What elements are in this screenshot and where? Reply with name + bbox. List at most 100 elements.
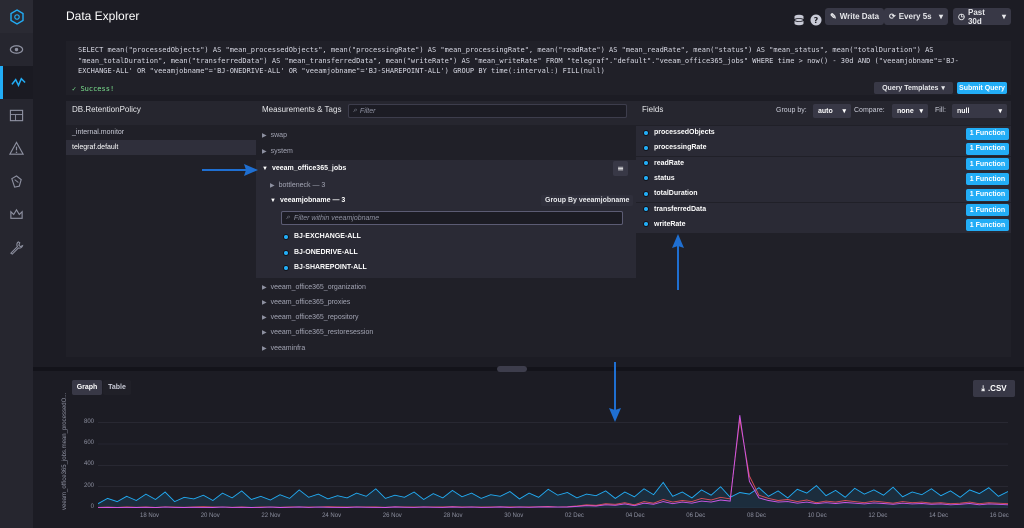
write-data-button[interactable]: ✎ Write Data (825, 8, 885, 25)
database-icon[interactable] (793, 11, 805, 26)
time-range-label: Past 30d (967, 7, 985, 26)
tag-value-item[interactable]: BJ-EXCHANGE-ALL (283, 233, 361, 240)
checkbox-checked-icon (643, 144, 649, 151)
download-csv-button[interactable]: ⤓ .CSV (973, 380, 1015, 397)
configuration-wrench-nav-icon[interactable] (0, 231, 33, 264)
submit-query-button[interactable]: Submit Query (957, 82, 1007, 94)
x-tick-label: 08 Dec (747, 513, 767, 519)
function-button[interactable]: 1 Function (966, 204, 1009, 216)
autorefresh-dropdown[interactable]: ⟳ Every 5s ▾ (884, 8, 948, 25)
y-tick-label: 200 (83, 482, 94, 489)
caret-right-icon: ▶ (262, 285, 267, 291)
database-item-selected[interactable]: telegraf.default (66, 140, 256, 155)
field-label[interactable]: writeRate (643, 221, 686, 228)
query-templates-button[interactable]: Query Templates ▾ (874, 82, 953, 94)
tag-value-label: BJ-SHAREPOINT-ALL (294, 264, 367, 271)
x-tick-label: 12 Dec (868, 513, 888, 519)
db-column-header: DB.RetentionPolicy (72, 105, 141, 114)
tag-value-item[interactable]: BJ-ONEDRIVE-ALL (283, 249, 358, 256)
refresh-icon: ⟳ (889, 12, 896, 21)
time-range-dropdown[interactable]: ◷ Past 30d ▾ (953, 7, 1011, 26)
measurement-label: veeam_office365_repository (270, 314, 359, 321)
group-by-tag-button[interactable]: Group By veeamjobname (541, 195, 634, 206)
tab-graph[interactable]: Graph (72, 380, 102, 395)
field-name: totalDuration (654, 190, 698, 198)
checkbox-checked-icon (283, 249, 289, 256)
x-tick-label: 18 Nov (140, 513, 160, 519)
field-label[interactable]: transferredData (643, 206, 706, 213)
sidebar (0, 0, 33, 528)
measurement-item[interactable]: ▶ veeam_office365_organization (262, 284, 366, 291)
query-text[interactable]: SELECT mean("processedObjects") AS "mean… (78, 45, 1003, 77)
query-templates-label: Query Templates (882, 84, 939, 92)
tag-value-item[interactable]: BJ-SHAREPOINT-ALL (283, 264, 367, 271)
measurement-item[interactable]: ▶ veeaminfra (262, 345, 305, 352)
measurement-item[interactable]: ▶ system (262, 148, 293, 155)
fill-dropdown[interactable]: null ▾ (952, 104, 1007, 118)
field-row[interactable] (636, 171, 1011, 187)
measurement-options-button[interactable]: ≡ (613, 161, 628, 176)
alerting-nav-icon[interactable] (0, 132, 33, 165)
tag-key-item-expanded[interactable]: ▼ veeamjobname — 3 (270, 197, 345, 204)
field-row[interactable] (636, 156, 1011, 172)
caret-right-icon: ▶ (262, 300, 267, 306)
x-tick-label: 30 Nov (504, 513, 524, 519)
checkbox-checked-icon (643, 221, 649, 228)
chevron-down-icon: ▾ (1001, 12, 1006, 21)
tag-filter-input[interactable]: ⌕ Filter within veeamjobname (281, 211, 623, 225)
measurement-item[interactable]: ▶ veeam_office365_repository (262, 314, 358, 321)
field-label[interactable]: totalDuration (643, 190, 698, 197)
panel-divider[interactable] (33, 367, 1024, 371)
field-label[interactable]: processingRate (643, 144, 707, 151)
field-label[interactable]: processedObjects (643, 129, 715, 136)
x-tick-label: 10 Dec (807, 513, 827, 519)
function-button[interactable]: 1 Function (966, 127, 1009, 140)
app-root: Data Explorer ? ✎ Write Data ⟳ Every 5s ▾ ◷… (0, 0, 1024, 528)
function-button[interactable]: 1 Function (966, 142, 1009, 155)
compare-label: Compare: (854, 107, 885, 114)
compare-dropdown[interactable]: none ▾ (892, 104, 928, 118)
host-list-nav-icon[interactable] (0, 33, 33, 66)
caret-right-icon: ▶ (262, 346, 267, 352)
field-label[interactable]: status (643, 175, 675, 182)
clock-icon: ◷ (958, 12, 965, 21)
function-button[interactable]: 1 Function (966, 173, 1009, 186)
refresh-label: Every 5s (898, 12, 932, 21)
tag-key-item[interactable]: ▶ bottleneck — 3 (270, 182, 325, 189)
influx-logo-icon[interactable] (0, 0, 33, 33)
data-explorer-nav-icon[interactable] (0, 66, 33, 99)
help-icon[interactable]: ? (810, 11, 822, 26)
log-viewer-nav-icon[interactable] (0, 165, 33, 198)
line-chart[interactable] (98, 412, 1008, 508)
tab-table[interactable]: Table (103, 380, 131, 395)
group-by-dropdown[interactable]: auto ▾ (813, 104, 851, 118)
caret-right-icon: ▶ (262, 133, 267, 139)
measurements-filter-input[interactable]: ⌕ Filter (348, 104, 627, 118)
admin-crown-nav-icon[interactable] (0, 198, 33, 231)
annotation-arrow-icon (672, 234, 684, 290)
function-button[interactable]: 1 Function (966, 158, 1009, 171)
series-area (98, 482, 1008, 508)
dashboards-nav-icon[interactable] (0, 99, 33, 132)
download-icon: ⤓ (981, 383, 985, 393)
caret-right-icon: ▶ (262, 330, 267, 336)
measurement-item[interactable]: ▶ veeam_office365_proxies (262, 299, 350, 306)
function-button[interactable]: 1 Function (966, 219, 1009, 232)
function-button[interactable]: 1 Function (966, 188, 1009, 201)
query-line-3: EXCHANGE-ALL' OR "veeamjobname"='BJ-ONED… (78, 67, 605, 75)
annotation-arrow-icon (609, 362, 621, 422)
x-tick-label: 28 Nov (443, 513, 463, 519)
tag-filter-placeholder: Filter within veeamjobname (293, 214, 380, 222)
measurement-item[interactable]: ▶ veeam_office365_restoresession (262, 329, 373, 336)
group-by-value: auto (818, 107, 833, 115)
query-line-1: SELECT mean("processedObjects") AS "mean… (78, 46, 934, 54)
field-row[interactable] (636, 217, 1011, 233)
measurement-item-expanded[interactable]: ▼ veeam_office365_jobs (262, 165, 346, 172)
measurement-item[interactable]: ▶ swap (262, 132, 287, 139)
query-editor[interactable]: SELECT mean("processedObjects") AS "mean… (66, 41, 1011, 95)
query-status: ✓ Success! (72, 85, 114, 93)
field-name: processedObjects (654, 129, 715, 136)
field-label[interactable]: readRate (643, 160, 684, 167)
database-item[interactable]: _internal.monitor (72, 129, 124, 136)
chevron-down-icon: ▾ (919, 108, 923, 115)
